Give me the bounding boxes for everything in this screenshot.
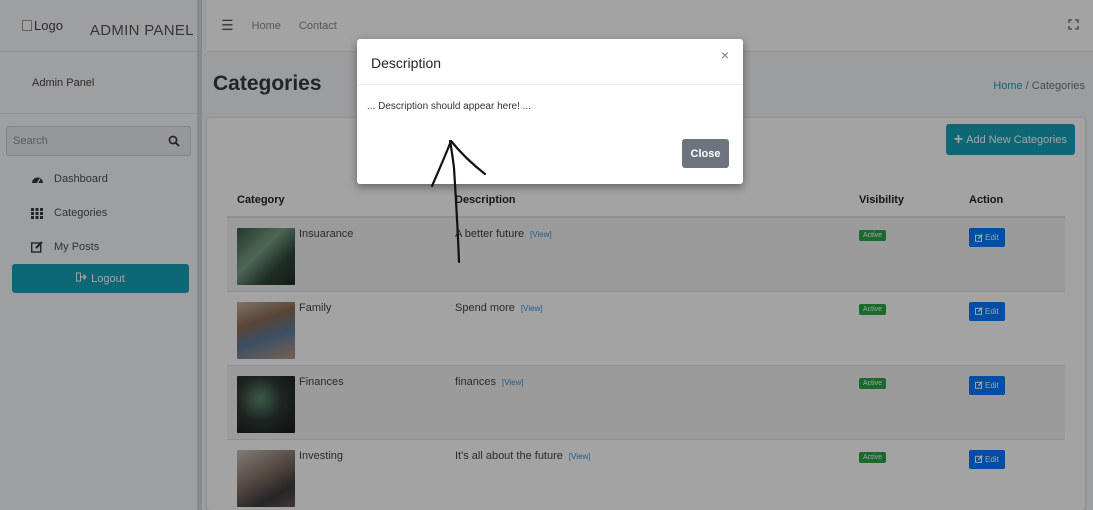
description-modal: Description × ... Description should app…	[357, 39, 743, 184]
modal-close-icon[interactable]: ×	[721, 47, 729, 63]
modal-title: Description	[371, 54, 442, 71]
close-button[interactable]: Close	[682, 139, 729, 168]
modal-body-text: ... Description should appear here! ...	[367, 101, 531, 112]
modal-footer: Close	[682, 139, 729, 168]
modal-header: Description ×	[357, 39, 743, 85]
modal-body: ... Description should appear here! ...	[357, 85, 743, 135]
